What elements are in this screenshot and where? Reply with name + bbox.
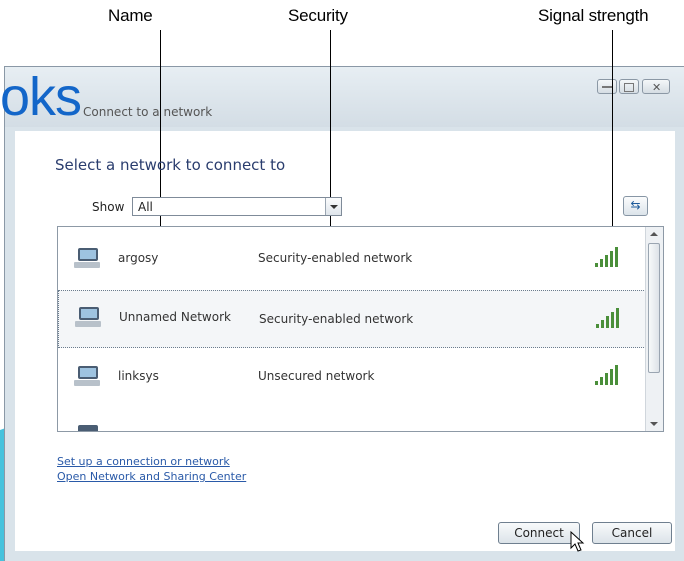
list-item-partial[interactable]	[58, 409, 646, 431]
network-filter-dropdown[interactable]: All	[132, 197, 342, 216]
page-title: Select a network to connect to	[55, 156, 286, 174]
callout-signal-strength: Signal strength	[538, 6, 649, 25]
callout-name: Name	[108, 6, 153, 25]
filter-selected-value: All	[138, 200, 153, 214]
filter-label: Show	[92, 200, 125, 214]
mouse-pointer-icon	[570, 530, 585, 552]
network-name: Unnamed Network	[119, 310, 231, 324]
list-item[interactable]: argosy Security-enabled network	[58, 232, 646, 290]
network-name: linksys	[118, 369, 159, 383]
setup-connection-link[interactable]: Set up a connection or network	[57, 455, 230, 468]
list-item-selected[interactable]: Unnamed Network Security-enabled network	[58, 290, 646, 348]
network-security: Security-enabled network	[259, 312, 414, 326]
scrollbar-thumb[interactable]	[648, 243, 660, 373]
network-adapter-icon	[75, 307, 101, 327]
maximize-icon[interactable]	[619, 79, 639, 94]
title-bar: ✕ Connect to a network	[5, 67, 684, 127]
network-sharing-center-link[interactable]: Open Network and Sharing Center	[57, 470, 246, 483]
scroll-up-icon[interactable]	[650, 232, 658, 236]
network-security: Security-enabled network	[258, 251, 413, 265]
close-icon[interactable]: ✕	[642, 79, 670, 94]
network-name: argosy	[118, 251, 159, 265]
network-adapter-icon	[74, 366, 100, 386]
network-security: Unsecured network	[258, 369, 375, 383]
list-scrollbar[interactable]	[645, 227, 663, 431]
network-adapter-icon	[78, 425, 98, 431]
logo-fragment: oks	[0, 67, 82, 127]
signal-strength-icon	[595, 365, 618, 385]
scroll-down-icon[interactable]	[650, 422, 658, 426]
list-item[interactable]: linksys Unsecured network	[58, 350, 646, 408]
chevron-down-icon[interactable]	[325, 198, 341, 215]
signal-strength-icon	[596, 308, 619, 328]
minimize-icon[interactable]	[597, 79, 617, 94]
window-title: Connect to a network	[83, 105, 213, 119]
refresh-icon[interactable]: ⇆	[623, 196, 648, 216]
network-list[interactable]: argosy Security-enabled network Unnamed …	[57, 226, 664, 432]
network-adapter-icon	[74, 248, 100, 268]
cancel-button[interactable]: Cancel	[592, 522, 672, 544]
signal-strength-icon	[595, 247, 618, 267]
callout-security: Security	[288, 6, 348, 25]
